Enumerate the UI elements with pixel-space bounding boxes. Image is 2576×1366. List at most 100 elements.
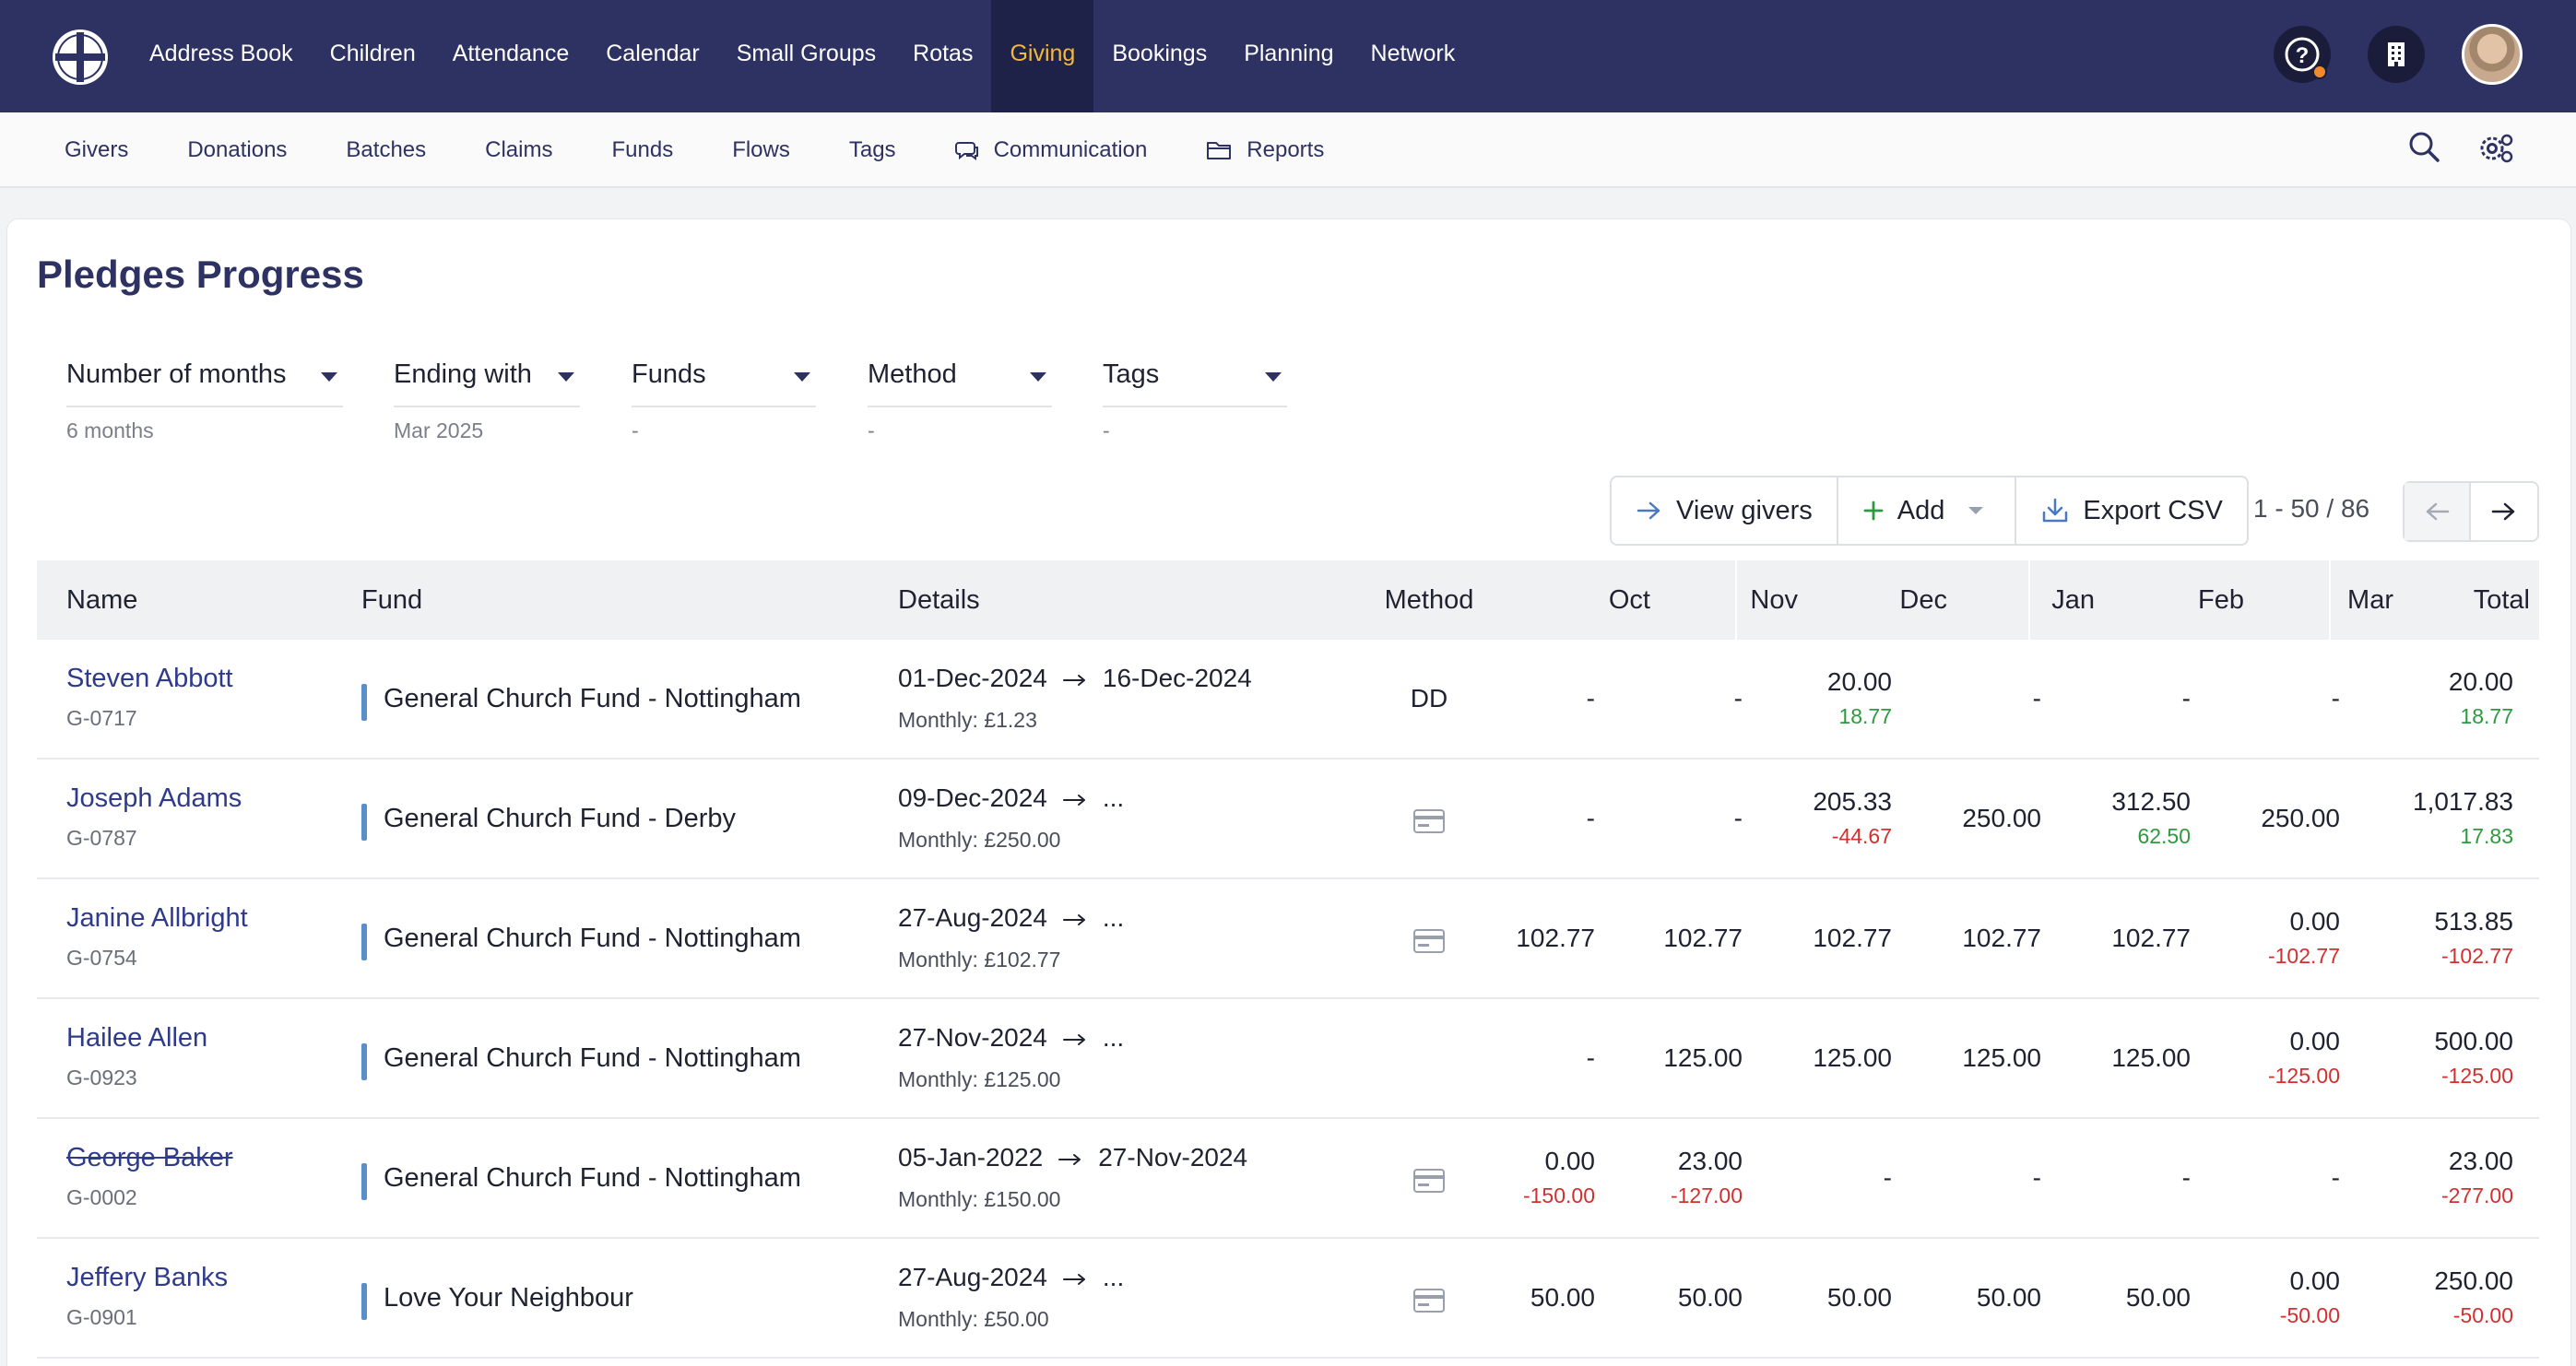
monthly-amount: Monthly: £50.00: [898, 1307, 1049, 1331]
subnav-item-reports[interactable]: Reports: [1176, 112, 1353, 188]
arrow-right-icon: [1062, 674, 1085, 686]
credit-card-icon: [1413, 1289, 1445, 1313]
month-amount: 205.33: [1813, 787, 1892, 816]
pledges-table-body: Steven Abbott G-0717 General Church Fund -…: [37, 640, 2539, 1359]
total-amount: 23.00: [2448, 1147, 2513, 1175]
subnav-item-batches[interactable]: Batches: [316, 112, 455, 188]
month-amount: -: [2181, 1163, 2191, 1192]
report-actions: View givers Add Export CSV: [1610, 476, 2249, 546]
filter-ending-with[interactable]: Ending with Mar 2025: [394, 350, 580, 442]
total-amount: 1,017.83: [2413, 787, 2513, 816]
fund-color-bar: [361, 804, 367, 841]
column-header-fund[interactable]: Fund: [361, 560, 422, 640]
monthly-amount: Monthly: £1.23: [898, 708, 1037, 732]
month-amount: -: [1586, 804, 1595, 832]
filter-tags[interactable]: Tags -: [1103, 350, 1287, 442]
fund-color-bar: [361, 684, 367, 721]
month-difference: -102.77: [2267, 944, 2340, 968]
total-amount: 500.00: [2434, 1027, 2513, 1055]
giver-name-link[interactable]: Hailee Allen: [66, 1023, 207, 1054]
column-header-feb[interactable]: Feb: [2087, 560, 2244, 640]
giver-name-link[interactable]: Joseph Adams: [66, 783, 242, 814]
column-header-method[interactable]: Method: [1328, 560, 1530, 640]
month-amount: -: [1586, 684, 1595, 712]
total-difference: -277.00: [2440, 1183, 2513, 1207]
fund-color-bar: [361, 924, 367, 960]
credit-card-icon: [1413, 809, 1445, 833]
nav-item-planning[interactable]: Planning: [1225, 0, 1352, 112]
top-navigation-bar: Address Book Children Attendance Calendar Sm…: [0, 0, 2576, 112]
page-title: Pledges Progress: [37, 253, 364, 296]
fund-name: Love Your Neighbour: [384, 1283, 633, 1313]
giver-name-link[interactable]: Jeffery Banks: [66, 1263, 228, 1293]
end-date: ...: [1102, 783, 1125, 812]
month-difference: -127.00: [1670, 1183, 1743, 1207]
start-date: 27-Nov-2024: [898, 1023, 1047, 1052]
total-difference: -102.77: [2440, 944, 2513, 968]
month-amount: 102.77: [1663, 924, 1743, 952]
add-button[interactable]: Add: [1838, 477, 2017, 544]
nav-item-address-book[interactable]: Address Book: [131, 0, 312, 112]
giver-name-link[interactable]: Steven Abbott: [66, 664, 233, 694]
total-difference: 18.77: [2460, 704, 2513, 728]
month-amount: 23.00: [1677, 1147, 1743, 1175]
monthly-amount: Monthly: £150.00: [898, 1187, 1061, 1211]
subnav-item-donations[interactable]: Donations: [158, 112, 316, 188]
column-header-name[interactable]: Name: [66, 560, 137, 640]
column-header-total[interactable]: Total: [2382, 560, 2530, 640]
search-icon[interactable]: [2405, 127, 2445, 168]
column-header-jan[interactable]: Jan: [1938, 560, 2095, 640]
month-amount: 102.77: [1516, 924, 1595, 952]
nav-item-children[interactable]: Children: [312, 0, 434, 112]
column-header-nov[interactable]: Nov: [1678, 560, 1798, 640]
month-amount: 0.00: [2289, 1266, 2341, 1295]
column-header-details[interactable]: Details: [898, 560, 980, 640]
nav-item-calendar[interactable]: Calendar: [587, 0, 717, 112]
filter-number-of-months[interactable]: Number of months 6 months: [66, 350, 343, 442]
nav-item-bookings[interactable]: Bookings: [1093, 0, 1225, 112]
monthly-amount: Monthly: £102.77: [898, 948, 1061, 972]
chevron-down-icon: [1968, 507, 1984, 514]
subnav-item-flows[interactable]: Flows: [703, 112, 820, 188]
previous-page-button[interactable]: [2405, 483, 2472, 540]
subnav-item-tags[interactable]: Tags: [820, 112, 926, 188]
nav-item-rotas[interactable]: Rotas: [894, 0, 991, 112]
fund-name: General Church Fund - Nottingham: [384, 1163, 801, 1193]
month-difference: 18.77: [1838, 704, 1892, 728]
subnav-item-funds[interactable]: Funds: [582, 112, 703, 188]
chevron-down-icon: [1030, 372, 1046, 382]
next-page-button[interactable]: [2471, 483, 2537, 540]
month-amount: -: [1883, 1163, 1892, 1192]
subnav-item-communication[interactable]: Communication: [926, 112, 1177, 188]
end-date: ...: [1102, 903, 1125, 932]
filter-funds[interactable]: Funds -: [632, 350, 816, 442]
nav-item-giving[interactable]: Giving: [991, 0, 1094, 112]
month-amount: -: [1733, 684, 1743, 712]
help-button[interactable]: ?: [2274, 26, 2331, 83]
month-amount: 250.00: [1962, 804, 2041, 832]
giver-id: G-0923: [66, 1066, 137, 1089]
nav-item-network[interactable]: Network: [1353, 0, 1474, 112]
church-logo-icon[interactable]: [50, 27, 111, 88]
settings-gear-icon[interactable]: [2475, 127, 2517, 170]
column-header-mar[interactable]: Mar: [2237, 560, 2393, 640]
fund-color-bar: [361, 1043, 367, 1080]
column-header-oct[interactable]: Oct: [1530, 560, 1650, 640]
subnav-item-claims[interactable]: Claims: [455, 112, 582, 188]
building-icon: [2388, 42, 2405, 66]
user-avatar[interactable]: [2462, 24, 2523, 85]
view-givers-button[interactable]: View givers: [1612, 477, 1838, 544]
giver-name-link[interactable]: George Baker: [66, 1143, 233, 1173]
export-csv-button[interactable]: Export CSV: [2016, 477, 2247, 544]
month-difference: -125.00: [2267, 1064, 2340, 1088]
start-date: 05-Jan-2022: [898, 1143, 1044, 1172]
subnav-item-givers[interactable]: Givers: [35, 112, 158, 188]
start-date: 01-Dec-2024: [898, 664, 1047, 692]
nav-item-small-groups[interactable]: Small Groups: [718, 0, 894, 112]
filter-method[interactable]: Method -: [868, 350, 1052, 442]
nav-item-attendance[interactable]: Attendance: [434, 0, 588, 112]
organisation-button[interactable]: [2368, 26, 2425, 83]
table-row: Jeffery Banks G-0901 Love Your Neighbour 27…: [37, 1239, 2539, 1359]
giver-name-link[interactable]: Janine Allbright: [66, 903, 248, 934]
column-header-dec[interactable]: Dec: [1790, 560, 1947, 640]
